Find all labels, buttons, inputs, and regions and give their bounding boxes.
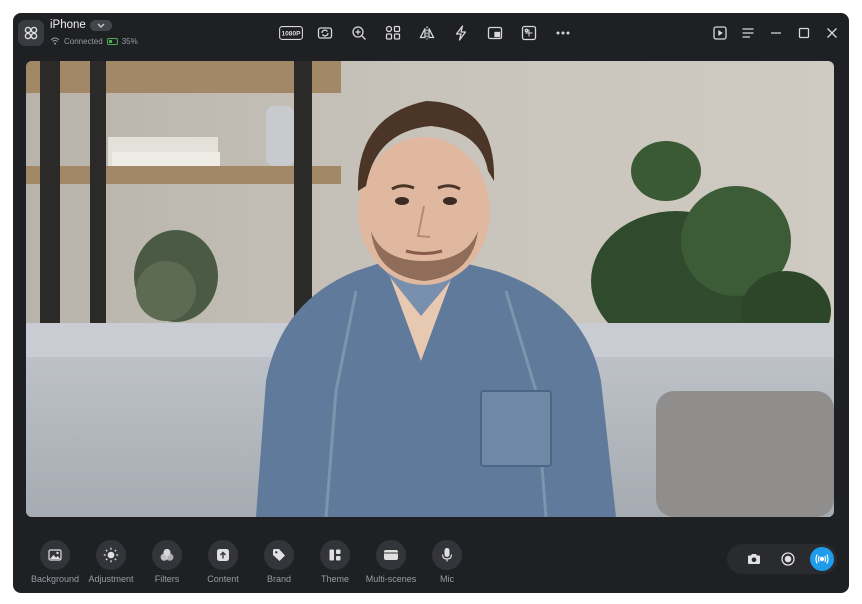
theme-icon [320,540,350,570]
camera-feed-image [26,61,834,517]
tool-label: Multi-scenes [365,574,417,584]
layout-grid-icon[interactable] [381,22,405,44]
maximize-icon[interactable] [793,22,815,44]
bottom-toolbar: Background Adjustment Filters Content Br… [13,530,849,593]
tool-label: Mic [440,574,454,584]
tool-theme[interactable]: Theme [307,540,363,584]
tool-label: Content [207,574,239,584]
battery-icon [106,37,118,45]
top-toolbar: 1080P [279,22,575,44]
zoom-in-icon[interactable] [347,22,371,44]
upload-icon [208,540,238,570]
more-icon[interactable] [551,22,575,44]
tool-label: Filters [154,574,180,584]
connection-status: Connected 35% [50,36,138,46]
tool-label: Adjustment [88,574,134,584]
title-bar: iPhone Connected 35% 1080P [13,13,849,53]
record-icon[interactable] [776,547,800,571]
connection-status-text: Connected [64,36,103,46]
mirror-icon[interactable] [415,22,439,44]
minimize-icon[interactable] [765,22,787,44]
resolution-label: 1080P [281,31,301,38]
wifi-icon [50,37,60,45]
flash-icon[interactable] [449,22,473,44]
crop-icon[interactable] [517,22,541,44]
live-icon[interactable] [810,547,834,571]
tool-content[interactable]: Content [195,540,251,584]
app-logo-icon[interactable] [18,20,44,46]
tool-adjustment[interactable]: Adjustment [83,540,139,584]
resolution-button[interactable]: 1080P [279,22,303,44]
tool-filters[interactable]: Filters [139,540,195,584]
rotate-icon[interactable] [313,22,337,44]
tool-multi-scenes[interactable]: Multi-scenes [363,540,419,584]
menu-icon[interactable] [737,22,759,44]
capture-controls [727,544,837,574]
play-video-icon[interactable] [709,22,731,44]
scenes-icon [376,540,406,570]
camera-preview[interactable] [26,61,834,517]
close-icon[interactable] [821,22,843,44]
tool-label: Background [30,574,80,584]
pip-icon[interactable] [483,22,507,44]
filters-icon [152,540,182,570]
device-name[interactable]: iPhone [50,19,86,31]
tool-label: Theme [320,574,349,584]
brightness-icon [96,540,126,570]
camera-icon[interactable] [742,547,766,571]
tool-background[interactable]: Background [27,540,83,584]
app-window: iPhone Connected 35% 1080P Background Ad… [13,13,849,593]
mic-icon [432,540,462,570]
tag-icon [264,540,294,570]
battery-level: 35% [121,36,138,46]
tool-mic[interactable]: Mic [419,540,475,584]
window-controls [709,22,843,44]
tool-label: Brand [266,574,292,584]
tool-brand[interactable]: Brand [251,540,307,584]
tool-list: Background Adjustment Filters Content Br… [27,540,475,584]
device-dropdown-chevron-icon[interactable] [90,20,112,31]
image-icon [40,540,70,570]
